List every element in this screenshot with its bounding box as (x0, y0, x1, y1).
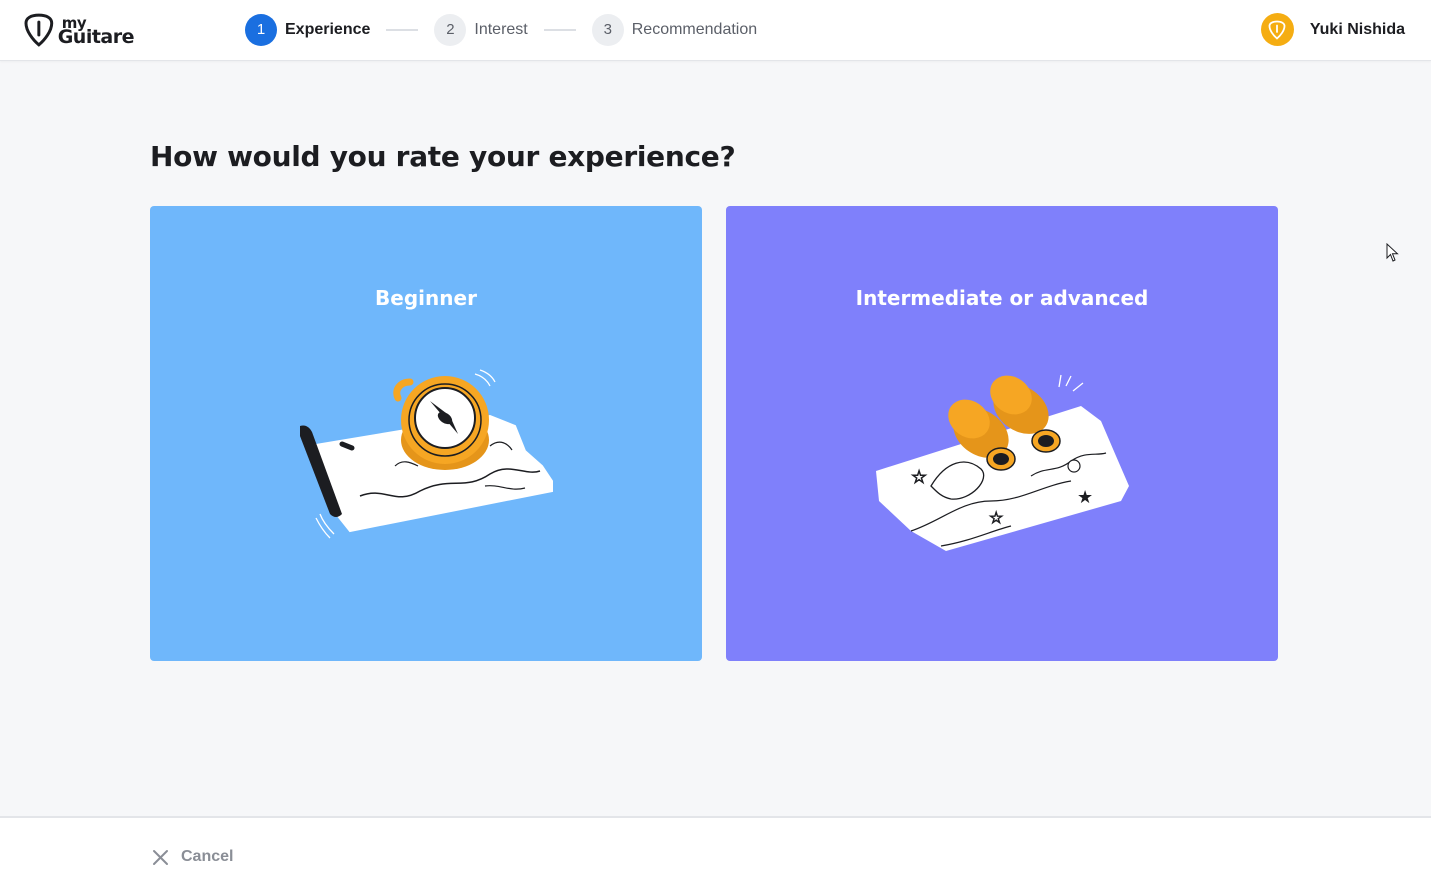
cancel-label: Cancel (181, 848, 234, 865)
logo-wordmark: my Guitare (57, 16, 135, 48)
option-label: Beginner (375, 286, 477, 310)
step-label: Interest (474, 20, 528, 38)
step-label: Recommendation (631, 20, 758, 38)
top-bar: my Guitare 1 Experience 2 Interest 3 Rec… (0, 0, 1431, 61)
compass-map-icon (300, 369, 553, 539)
step-interest[interactable]: 2 Interest (434, 13, 528, 46)
bottom-bar: Cancel (0, 816, 1431, 892)
progress-steps: 1 Experience 2 Interest 3 Recommendation (245, 13, 757, 46)
step-divider (543, 28, 576, 31)
svg-text:☆: ☆ (989, 508, 1003, 527)
binoculars-map-icon: ☆ ☆ ★ (876, 374, 1129, 551)
step-divider (386, 28, 419, 31)
option-card-intermediate-advanced[interactable]: Intermediate or advanced ☆ ☆ ★ (726, 206, 1278, 661)
guitar-pick-icon (1268, 20, 1286, 40)
step-number: 2 (434, 13, 467, 46)
page-title: How would you rate your experience? (150, 140, 736, 173)
step-number: 3 (591, 13, 624, 46)
step-number: 1 (245, 13, 277, 46)
close-icon (153, 849, 168, 865)
option-label: Intermediate or advanced (855, 286, 1149, 310)
svg-text:★: ★ (1077, 487, 1093, 508)
logo-line2: Guitare (57, 26, 135, 48)
option-card-beginner[interactable]: Beginner (150, 206, 702, 661)
guitar-pick-logo-icon (24, 13, 54, 47)
step-recommendation[interactable]: 3 Recommendation (591, 13, 758, 46)
step-experience[interactable]: 1 Experience (245, 13, 371, 46)
mouse-cursor-icon (1386, 243, 1399, 262)
cancel-button[interactable]: Cancel (152, 848, 233, 866)
svg-text:☆: ☆ (911, 467, 927, 488)
user-menu[interactable]: Yuki Nishida (1260, 13, 1405, 46)
user-name: Yuki Nishida (1309, 20, 1405, 38)
step-label: Experience (285, 20, 371, 38)
app-logo[interactable]: my Guitare (24, 12, 135, 48)
avatar (1260, 13, 1294, 46)
